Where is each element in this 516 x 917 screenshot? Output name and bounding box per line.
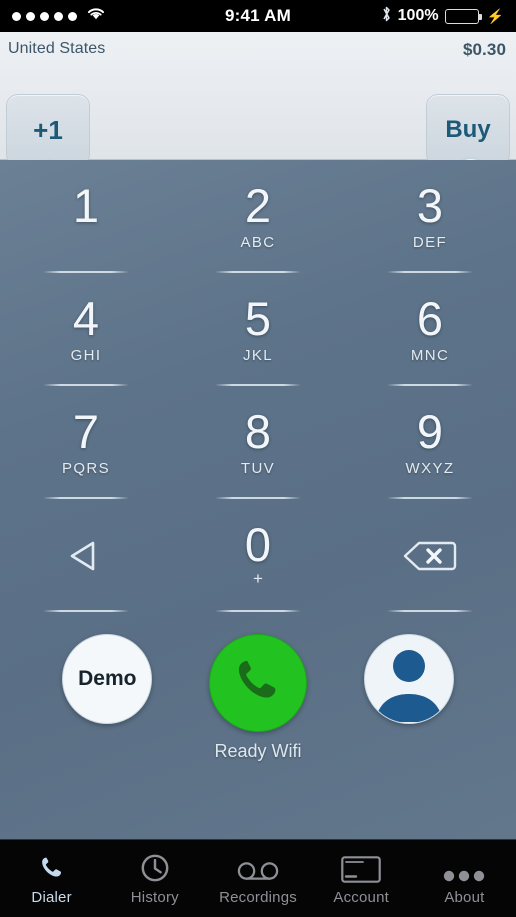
tab-history[interactable]: History	[103, 840, 206, 917]
bluetooth-icon	[381, 5, 392, 28]
key-digit: 9	[416, 405, 444, 458]
dialpad-back-key[interactable]	[0, 513, 172, 626]
contacts-action	[363, 634, 454, 724]
app-screen: 9:41 AM 100% ⚡ United States $0.30 +1 Bu…	[0, 0, 516, 917]
tab-about[interactable]: About	[413, 840, 516, 917]
key-letters: DEF	[412, 234, 448, 251]
dialpad-key-8[interactable]: 8 TUV	[172, 400, 344, 513]
key-underline	[215, 610, 301, 612]
tab-label: Account	[333, 889, 390, 906]
key-letters: PQRS	[61, 460, 111, 477]
demo-button[interactable]: Demo	[62, 634, 153, 724]
voicemail-icon	[237, 851, 279, 883]
dialpad-row: 1 2 ABC 3 DEF	[0, 174, 516, 287]
contacts-button[interactable]	[363, 634, 454, 724]
key-digit: 5	[244, 292, 272, 345]
tab-account[interactable]: Account	[310, 840, 413, 917]
balance-amount: $0.30	[462, 40, 506, 59]
key-digit: 4	[72, 292, 100, 345]
key-underline	[215, 271, 301, 273]
key-underline	[43, 384, 129, 386]
key-digit: 2	[244, 179, 272, 232]
dialpad-key-4[interactable]: 4 GHI	[0, 287, 172, 400]
dialpad-key-1[interactable]: 1	[0, 174, 172, 287]
battery-icon	[444, 8, 482, 24]
header-bar: United States $0.30 +1 Buy	[0, 32, 516, 198]
key-underline	[43, 497, 129, 499]
key-letters: +	[253, 569, 263, 588]
key-digit: 0	[244, 518, 272, 571]
tab-label: Dialer	[31, 889, 72, 906]
key-underline	[215, 384, 301, 386]
key-letters: TUV	[240, 460, 276, 477]
backspace-delete-icon	[399, 533, 461, 584]
clock-icon	[140, 851, 170, 883]
dialpad-key-6[interactable]: 6 MNC	[344, 287, 516, 400]
call-action: Ready Wifi	[208, 634, 307, 762]
phone-handset-icon	[37, 851, 67, 883]
key-underline	[43, 610, 129, 612]
tab-label: Recordings	[219, 889, 297, 906]
buy-label: Buy	[445, 116, 491, 143]
key-letters: GHI	[70, 347, 102, 364]
dialpad-key-7[interactable]: 7 PQRS	[0, 400, 172, 513]
status-bar: 9:41 AM 100% ⚡	[0, 0, 516, 32]
dialpad-key-2[interactable]: 2 ABC	[172, 174, 344, 287]
key-underline	[387, 384, 473, 386]
country-code-label: +1	[33, 114, 63, 145]
demo-label: Demo	[78, 667, 137, 690]
dialpad-key-3[interactable]: 3 DEF	[344, 174, 516, 287]
dialpad-row: 7 PQRS 8 TUV 9 WXYZ	[0, 400, 516, 513]
key-digit: 8	[244, 405, 272, 458]
key-digit: 7	[72, 405, 100, 458]
dialpad-key-5[interactable]: 5 JKL	[172, 287, 344, 400]
left-triangle-icon	[63, 533, 109, 584]
dialpad: 1 2 ABC 3 DEF 4 GHI 5 JKL 6 MNC 7 PQRS 8…	[0, 160, 516, 839]
bottom-tab-bar: Dialer History Recordings Account About	[0, 839, 516, 917]
call-button[interactable]	[208, 634, 307, 732]
dialpad-key-0[interactable]: 0 +	[172, 513, 344, 626]
buy-button[interactable]: Buy	[426, 94, 510, 166]
dialpad-row: 4 GHI 5 JKL 6 MNC	[0, 287, 516, 400]
key-digit: 1	[72, 179, 100, 232]
country-code-button[interactable]: +1	[6, 94, 90, 166]
key-letters: WXYZ	[405, 460, 455, 477]
country-label: United States	[8, 40, 106, 57]
key-underline	[387, 610, 473, 612]
ellipsis-icon	[442, 851, 486, 883]
battery-percent: 100%	[397, 7, 439, 24]
action-buttons: Demo Ready Wifi	[0, 634, 516, 762]
dialpad-key-9[interactable]: 9 WXYZ	[344, 400, 516, 513]
key-underline	[215, 497, 301, 499]
key-digit: 3	[416, 179, 444, 232]
tab-label: History	[130, 889, 179, 906]
key-letters: MNC	[410, 347, 450, 364]
call-status-label: Ready Wifi	[214, 741, 302, 761]
contact-avatar-icon	[365, 635, 453, 723]
lightning-bolt-icon: ⚡	[486, 7, 504, 24]
dialpad-delete-key[interactable]	[344, 513, 516, 626]
key-letters: JKL	[242, 347, 274, 364]
tab-label: About	[444, 889, 485, 906]
credit-card-icon	[341, 851, 382, 883]
demo-action: Demo	[62, 634, 153, 724]
key-letters: ABC	[240, 234, 276, 251]
phone-handset-icon	[229, 652, 287, 715]
key-underline	[387, 497, 473, 499]
dialpad-row: 0 +	[0, 513, 516, 626]
key-underline	[387, 271, 473, 273]
tab-recordings[interactable]: Recordings	[206, 840, 309, 917]
key-underline	[43, 271, 129, 273]
tab-dialer[interactable]: Dialer	[0, 840, 103, 917]
key-digit: 6	[416, 292, 444, 345]
